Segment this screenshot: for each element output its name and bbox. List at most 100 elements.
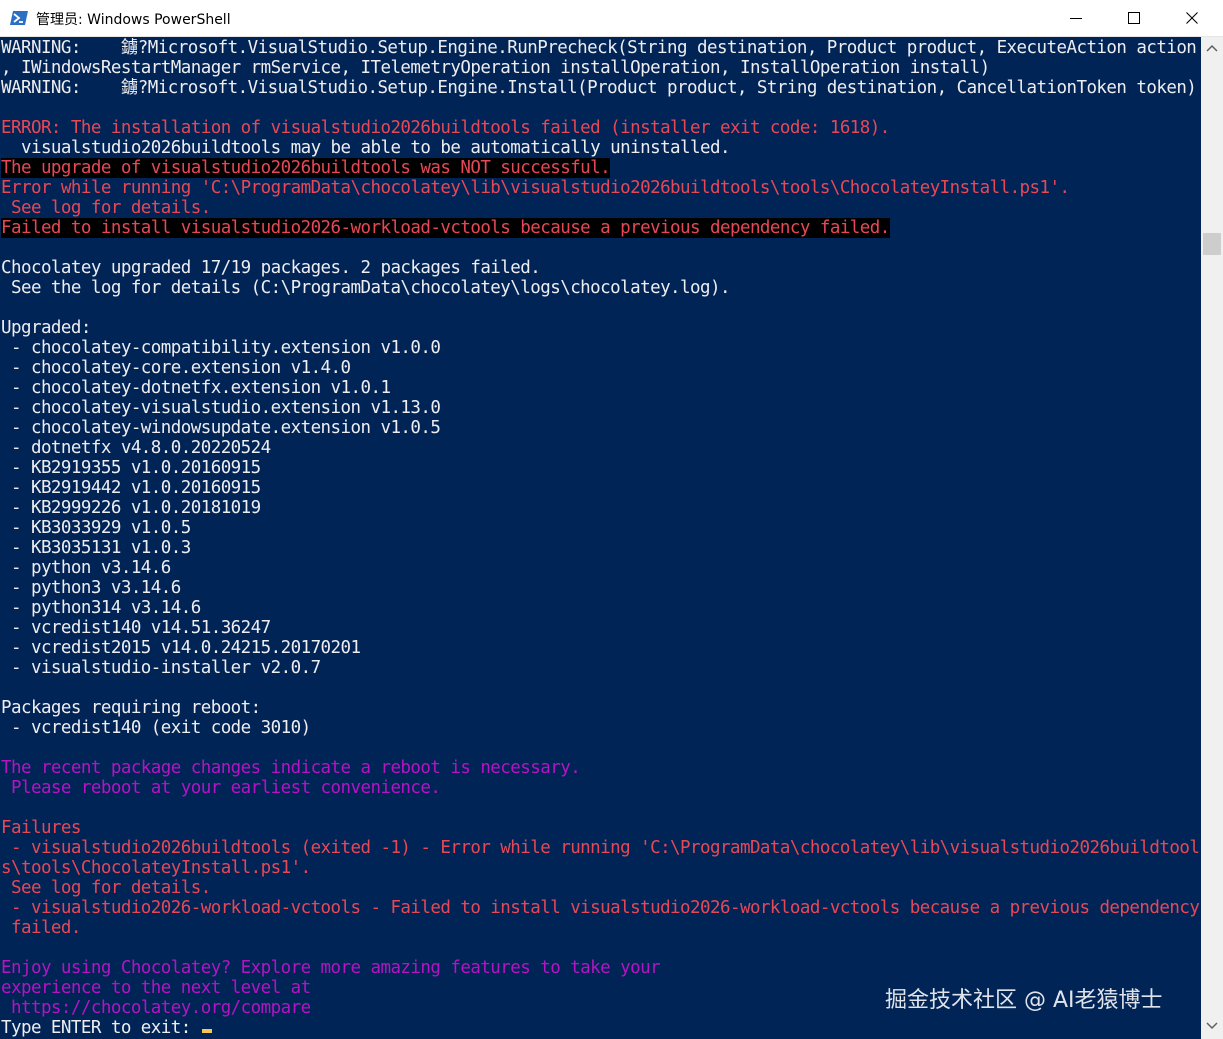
console-line: - python3 v3.14.6: [1, 578, 181, 598]
console-line-text: , IWindowsRestartManager rmService, ITel…: [1, 58, 990, 78]
console-line-text: Error while running 'C:\ProgramData\choc…: [1, 178, 1070, 198]
console-line-text: Failed to install visualstudio2026-workl…: [1, 218, 890, 238]
maximize-icon: [1128, 12, 1140, 24]
console-line: - chocolatey-dotnetfx.extension v1.0.1: [1, 378, 391, 398]
console-line: - python314 v3.14.6: [1, 598, 201, 618]
console-line-text: The recent package changes indicate a re…: [1, 758, 581, 778]
console-line-text: - vcredist2015 v14.0.24215.20170201: [1, 638, 361, 658]
console-line-text: - KB3035131 v1.0.3: [1, 538, 191, 558]
console-line-text: WARNING: 鐪?Microsoft.VisualStudio.Setup.…: [1, 38, 1197, 58]
title-bar[interactable]: 管理员: Windows PowerShell: [0, 0, 1223, 37]
console-line: Error while running 'C:\ProgramData\choc…: [1, 178, 1070, 198]
console-line: - python v3.14.6: [1, 558, 171, 578]
console-line-text: - KB3033929 v1.0.5: [1, 518, 191, 538]
console-line-text: failed.: [1, 918, 81, 938]
console-line-text: s\tools\ChocolateyInstall.ps1'.: [1, 858, 311, 878]
console-line: - dotnetfx v4.8.0.20220524: [1, 438, 271, 458]
console-line: - vcredist140 v14.51.36247: [1, 618, 271, 638]
console-line: Enjoy using Chocolatey? Explore more ama…: [1, 958, 661, 978]
console-line: The upgrade of visualstudio2026buildtool…: [1, 158, 611, 178]
console-line: - KB2919355 v1.0.20160915: [1, 458, 261, 478]
console-line: - vcredist140 (exit code 3010): [1, 718, 311, 738]
console-line-text: - python v3.14.6: [1, 558, 171, 578]
console-line: - chocolatey-core.extension v1.4.0: [1, 358, 351, 378]
console-line-text: - chocolatey-visualstudio.extension v1.1…: [1, 398, 441, 418]
minimize-button[interactable]: [1047, 0, 1105, 36]
console-line: Type ENTER to exit:: [1, 1018, 212, 1038]
console-line: - KB2919442 v1.0.20160915: [1, 478, 261, 498]
console-line-text: Enjoy using Chocolatey? Explore more ama…: [1, 958, 661, 978]
console-line: ERROR: The installation of visualstudio2…: [1, 118, 890, 138]
console-line-text: Type ENTER to exit:: [1, 1018, 201, 1038]
watermark: 掘金技术社区 @ AI老猿博士: [885, 988, 1163, 1013]
console-line: failed.: [1, 918, 81, 938]
console-line: - chocolatey-windowsupdate.extension v1.…: [1, 418, 441, 438]
console-line: Failed to install visualstudio2026-workl…: [1, 218, 890, 238]
console-line: WARNING: 鐪?Microsoft.VisualStudio.Setup.…: [1, 38, 1197, 58]
window-title: 管理员: Windows PowerShell: [36, 12, 231, 28]
console-line: - visualstudio2026buildtools (exited -1)…: [1, 838, 1200, 858]
console-line-text: - chocolatey-compatibility.extension v1.…: [1, 338, 441, 358]
maximize-button[interactable]: [1105, 0, 1163, 36]
console-line-text: - visualstudio2026-workload-vctools - Fa…: [1, 898, 1200, 918]
console-line: Upgraded:: [1, 318, 91, 338]
console-line: See log for details.: [1, 878, 211, 898]
console-line: Failures: [1, 818, 81, 838]
console-line-text: - python314 v3.14.6: [1, 598, 201, 618]
console-line: - visualstudio-installer v2.0.7: [1, 658, 321, 678]
minimize-icon: [1070, 18, 1082, 19]
console-line-text: ERROR: The installation of visualstudio2…: [1, 118, 890, 138]
console-line-text: - dotnetfx v4.8.0.20220524: [1, 438, 271, 458]
powershell-icon: [10, 10, 28, 26]
console-line-text: WARNING: 鐪?Microsoft.VisualStudio.Setup.…: [1, 78, 1197, 98]
console-line: Chocolatey upgraded 17/19 packages. 2 pa…: [1, 258, 541, 278]
console-line-text: - vcredist140 (exit code 3010): [1, 718, 311, 738]
close-button[interactable]: [1163, 0, 1221, 36]
console-line: , IWindowsRestartManager rmService, ITel…: [1, 58, 990, 78]
console-line-text: - python3 v3.14.6: [1, 578, 181, 598]
console-line-text: The upgrade of visualstudio2026buildtool…: [1, 158, 611, 178]
console-line: Please reboot at your earliest convenien…: [1, 778, 441, 798]
vertical-scrollbar[interactable]: [1201, 37, 1223, 1039]
close-icon: [1186, 12, 1198, 24]
console-line-text: - KB2919355 v1.0.20160915: [1, 458, 261, 478]
console-line: - visualstudio2026-workload-vctools - Fa…: [1, 898, 1200, 918]
text-cursor: [201, 1029, 212, 1033]
console-line-text: See the log for details (C:\ProgramData\…: [1, 278, 731, 298]
console-line: s\tools\ChocolateyInstall.ps1'.: [1, 858, 311, 878]
console-line-text: https://chocolatey.org/compare: [1, 998, 311, 1018]
console-line: experience to the next level at: [1, 978, 311, 998]
scroll-down-arrow-icon[interactable]: [1206, 1021, 1218, 1031]
console-line: Packages requiring reboot:: [1, 698, 261, 718]
console-line: See log for details.: [1, 198, 211, 218]
console-line: - vcredist2015 v14.0.24215.20170201: [1, 638, 361, 658]
console-line-text: - chocolatey-core.extension v1.4.0: [1, 358, 351, 378]
console-line: - KB3035131 v1.0.3: [1, 538, 191, 558]
console-line-text: - KB2999226 v1.0.20181019: [1, 498, 261, 518]
console-line: - KB2999226 v1.0.20181019: [1, 498, 261, 518]
console-line-text: Chocolatey upgraded 17/19 packages. 2 pa…: [1, 258, 541, 278]
console-line-text: See log for details.: [1, 878, 211, 898]
console-line: WARNING: 鐪?Microsoft.VisualStudio.Setup.…: [1, 78, 1197, 98]
scroll-up-arrow-icon[interactable]: [1206, 43, 1218, 53]
console-line: The recent package changes indicate a re…: [1, 758, 581, 778]
console-line-text: experience to the next level at: [1, 978, 311, 998]
console-line-text: - vcredist140 v14.51.36247: [1, 618, 271, 638]
console-line: - chocolatey-visualstudio.extension v1.1…: [1, 398, 441, 418]
console-line: - chocolatey-compatibility.extension v1.…: [1, 338, 441, 358]
scroll-thumb[interactable]: [1203, 233, 1221, 255]
console-line-text: visualstudio2026buildtools may be able t…: [1, 138, 731, 158]
console-line: https://chocolatey.org/compare: [1, 998, 311, 1018]
console-line-text: - chocolatey-dotnetfx.extension v1.0.1: [1, 378, 391, 398]
console-line-text: See log for details.: [1, 198, 211, 218]
console-line-text: - visualstudio-installer v2.0.7: [1, 658, 321, 678]
console-line-text: - chocolatey-windowsupdate.extension v1.…: [1, 418, 441, 438]
console-line-text: Please reboot at your earliest convenien…: [1, 778, 441, 798]
powershell-window: 管理员: Windows PowerShell WARNING: 鐪?Micro…: [0, 0, 1223, 1039]
console-line: See the log for details (C:\ProgramData\…: [1, 278, 731, 298]
console-line-text: Packages requiring reboot:: [1, 698, 261, 718]
console-line: - KB3033929 v1.0.5: [1, 518, 191, 538]
console-line-text: Failures: [1, 818, 81, 838]
console-output[interactable]: WARNING: 鐪?Microsoft.VisualStudio.Setup.…: [0, 37, 1201, 1039]
console-line-text: - visualstudio2026buildtools (exited -1)…: [1, 838, 1200, 858]
